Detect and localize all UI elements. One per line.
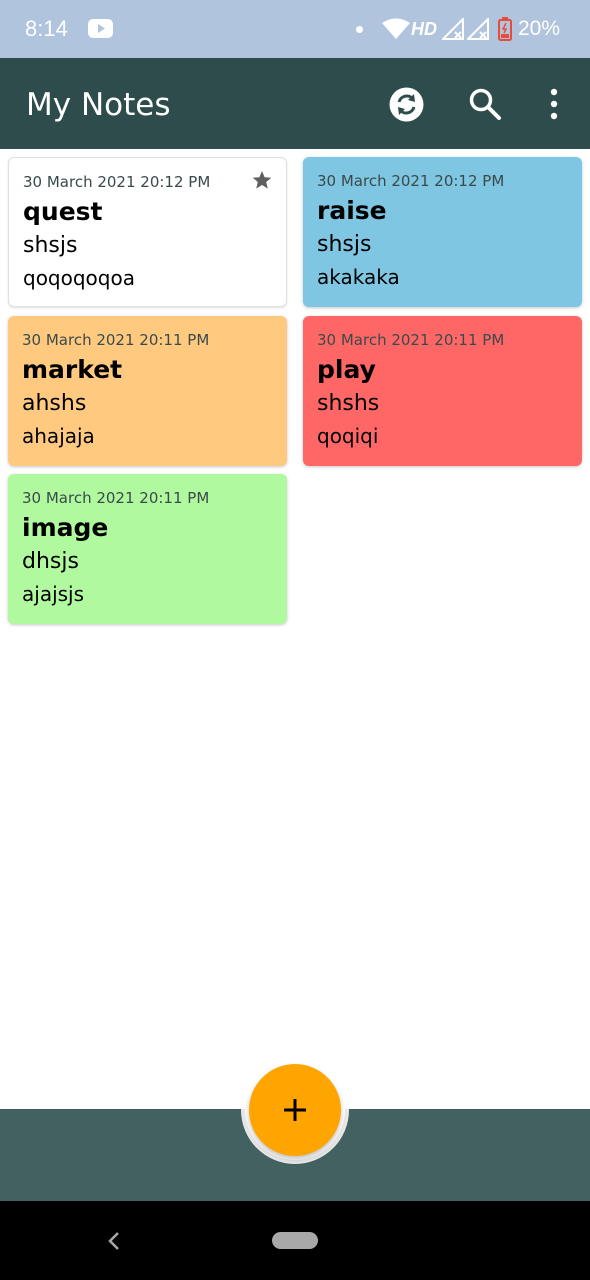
note-text-line: qoqiqi	[317, 424, 379, 448]
note-title: image	[22, 513, 109, 542]
signal-icon	[467, 18, 489, 40]
note-text-line: dhsjs	[22, 549, 79, 574]
note-text-line: ajajsjs	[22, 582, 85, 606]
note-card[interactable]: 30 March 2021 20:11 PM image dhsjs ajajs…	[8, 474, 287, 624]
youtube-icon	[88, 19, 113, 38]
note-card[interactable]: 30 March 2021 20:12 PM raise shsjs akaka…	[303, 157, 582, 307]
note-card[interactable]: 30 March 2021 20:12 PM quest shsjs qoqoq…	[8, 157, 287, 307]
more-vert-icon[interactable]	[543, 87, 565, 121]
signal-icon	[442, 18, 464, 40]
network-label: HD	[411, 19, 437, 39]
note-card[interactable]: 30 March 2021 20:11 PM market ahshs ahaj…	[8, 316, 287, 466]
note-text-line: ahshs	[22, 391, 87, 416]
battery-percent: 20%	[518, 17, 561, 40]
note-title: market	[22, 355, 123, 384]
note-text-line: shsjs	[23, 233, 78, 258]
note-card[interactable]: 30 March 2021 20:11 PM play shshs qoqiqi	[303, 316, 582, 466]
search-icon[interactable]	[468, 87, 502, 121]
note-date: 30 March 2021 20:11 PM	[22, 489, 210, 507]
home-pill[interactable]	[272, 1232, 318, 1249]
note-text-line: ahajaja	[22, 424, 95, 448]
note-date: 30 March 2021 20:11 PM	[22, 331, 210, 349]
sync-icon[interactable]	[389, 87, 424, 122]
note-date: 30 March 2021 20:12 PM	[23, 173, 211, 191]
status-time: 8:14	[25, 16, 68, 41]
note-date: 30 March 2021 20:12 PM	[317, 172, 505, 190]
note-text-line: qoqoqoqoa	[23, 266, 135, 290]
app-bar: My Notes	[0, 58, 590, 149]
system-nav-bar	[0, 1201, 590, 1280]
note-text-line: akakaka	[317, 265, 400, 289]
note-date: 30 March 2021 20:11 PM	[317, 331, 505, 349]
note-title: raise	[317, 196, 387, 225]
note-text-line: shsjs	[317, 232, 372, 257]
note-title: play	[317, 355, 376, 384]
wifi-icon	[382, 18, 410, 39]
page-title: My Notes	[26, 87, 171, 123]
plus-icon	[284, 1099, 306, 1121]
star-icon[interactable]	[252, 170, 272, 190]
battery-icon	[498, 17, 512, 41]
status-bar: 8:14 HD 20%	[0, 0, 590, 58]
add-note-button[interactable]	[249, 1064, 341, 1156]
note-title: quest	[23, 197, 103, 226]
notification-dot	[356, 26, 363, 33]
note-text-line: shshs	[317, 391, 380, 416]
back-icon[interactable]	[104, 1229, 124, 1253]
